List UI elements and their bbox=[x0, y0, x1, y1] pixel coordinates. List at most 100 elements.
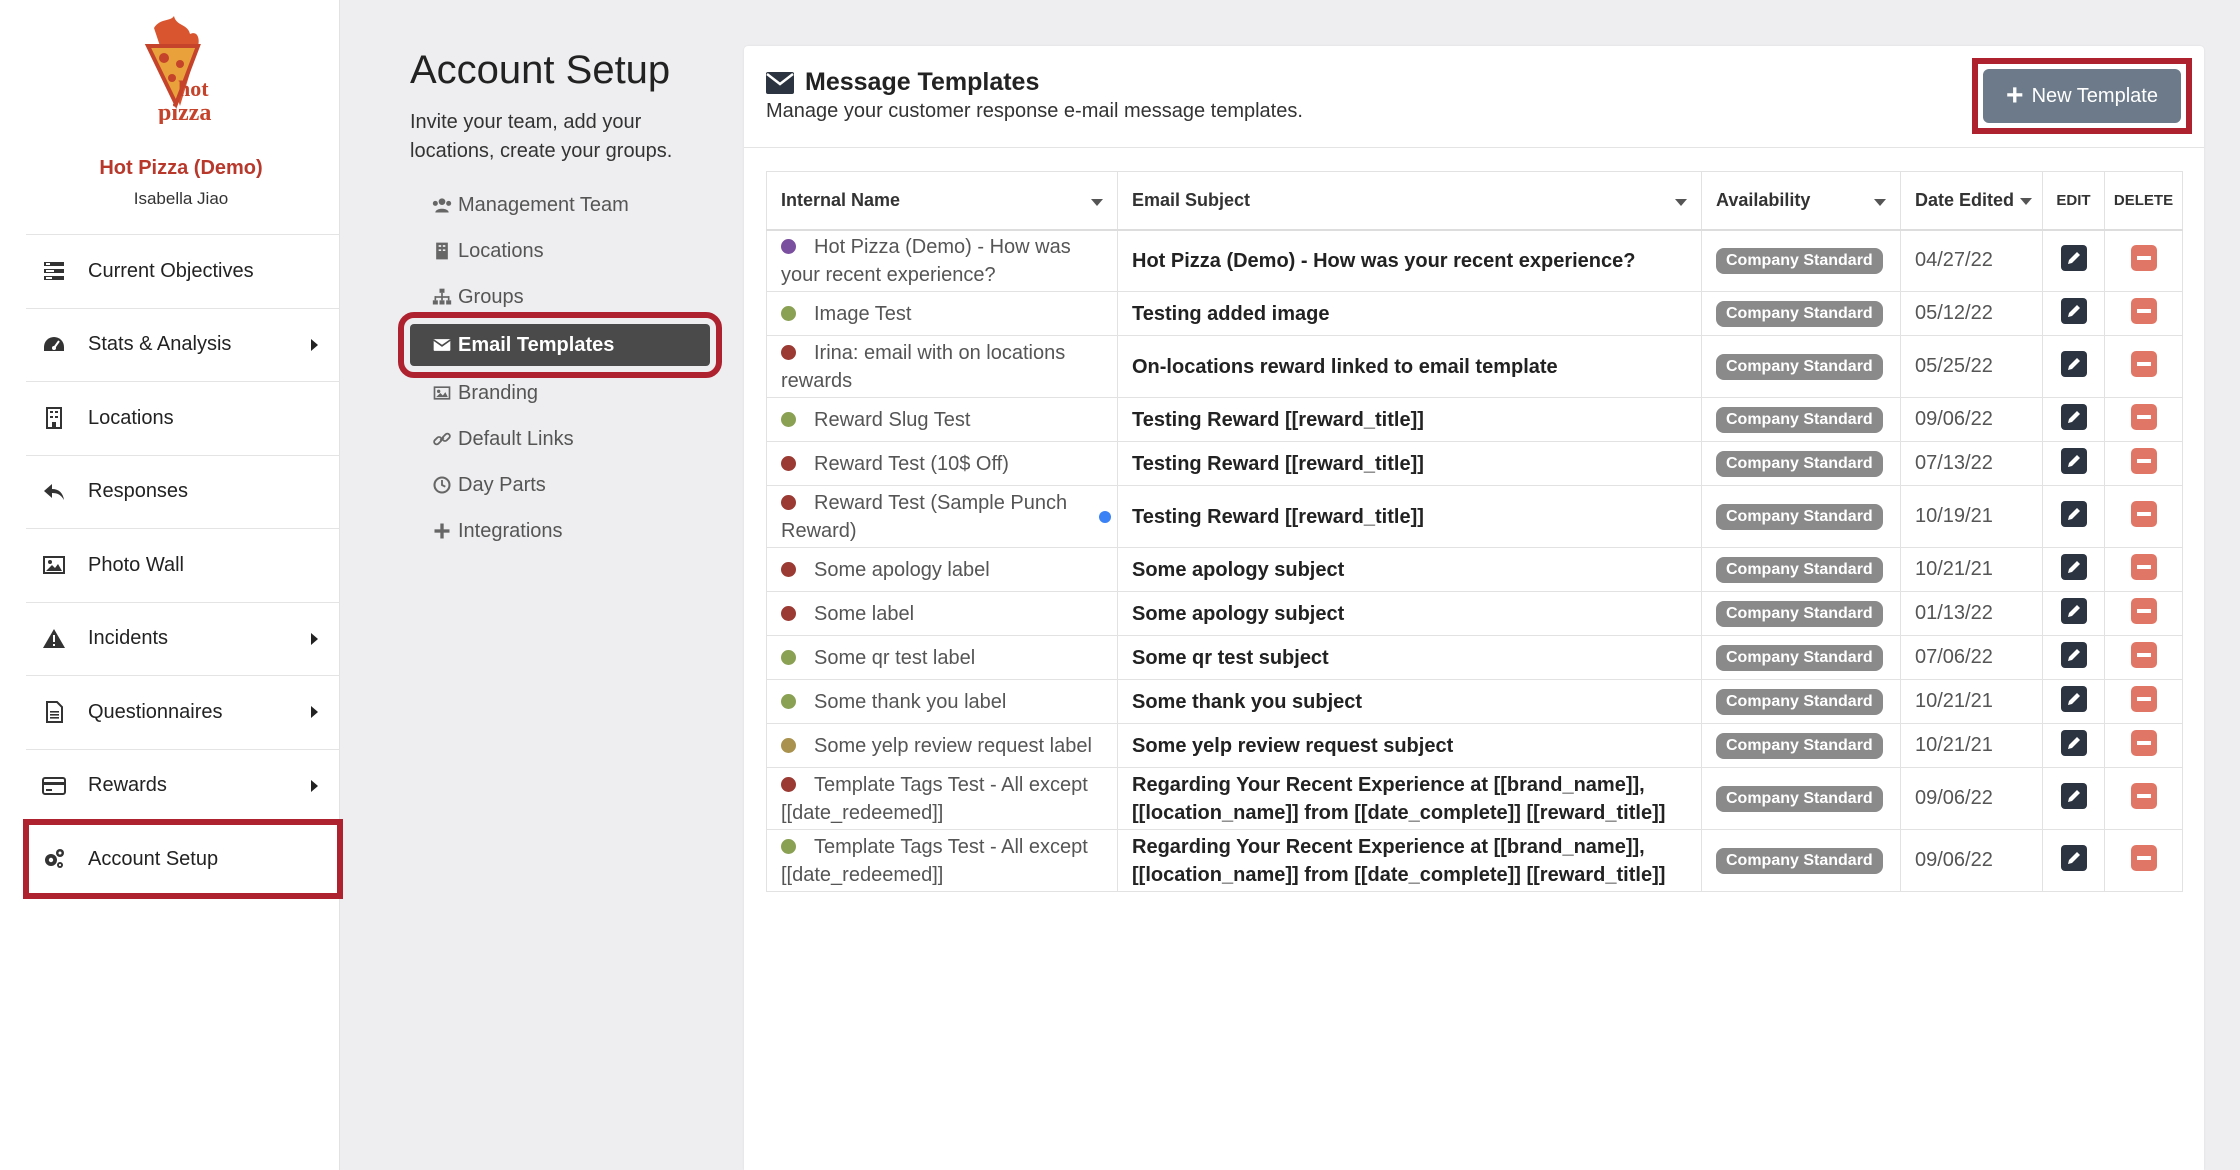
edit-icon[interactable] bbox=[2060, 597, 2087, 624]
template-name-cell[interactable]: Reward Slug Test bbox=[766, 397, 1118, 442]
edit-icon[interactable] bbox=[2060, 244, 2087, 271]
template-name-cell[interactable]: Image Test bbox=[766, 291, 1118, 336]
sidebar-item-incidents[interactable]: Incidents bbox=[26, 601, 340, 676]
column-header-delete: DELETE bbox=[2104, 171, 2183, 231]
sidebar-item-label: Rewards bbox=[88, 774, 167, 797]
page-description: Invite your team, add your locations, cr… bbox=[410, 111, 673, 162]
availability-badge: Company Standard bbox=[1716, 600, 1883, 627]
edit-icon[interactable] bbox=[2060, 500, 2087, 527]
subnav-item-management-team[interactable]: Management Team bbox=[410, 182, 710, 228]
table-row[interactable]: Template Tags Test - All except [[date_r… bbox=[766, 767, 2183, 830]
sidebar-item-label: Current Objectives bbox=[88, 259, 254, 282]
delete-icon[interactable] bbox=[2130, 729, 2157, 756]
availability-badge: Company Standard bbox=[1716, 732, 1883, 759]
template-name-cell[interactable]: Some apology label bbox=[766, 547, 1118, 592]
template-name-cell[interactable]: Hot Pizza (Demo) - How was your recent e… bbox=[766, 229, 1118, 292]
table-body: Hot Pizza (Demo) - How was your recent e… bbox=[766, 229, 2183, 892]
table-row[interactable]: Reward Test (10$ Off) Testing Reward [[re… bbox=[766, 441, 2183, 486]
edit-icon[interactable] bbox=[2060, 729, 2087, 756]
sidebar-nav: Current Objectives Stats & Analysis Loca… bbox=[23, 234, 343, 899]
brand-logo[interactable]: hot pizza bbox=[140, 16, 220, 126]
reply-icon bbox=[42, 480, 78, 504]
email-subject-cell: Testing Reward [[reward_title]] bbox=[1117, 441, 1702, 486]
email-subject-cell: Testing Reward [[reward_title]] bbox=[1117, 485, 1702, 548]
sidebar-item-current-objectives[interactable]: Current Objectives bbox=[26, 234, 340, 308]
sidebar-item-account-setup[interactable]: Account Setup bbox=[23, 819, 343, 899]
delete-icon[interactable] bbox=[2130, 553, 2157, 580]
subnav-item-label: Email Templates bbox=[458, 333, 615, 356]
subnav-item-locations[interactable]: Locations bbox=[410, 228, 710, 274]
template-name-cell[interactable]: Template Tags Test - All except [[date_r… bbox=[766, 767, 1118, 830]
table-row[interactable]: Hot Pizza (Demo) - How was your recent e… bbox=[766, 229, 2183, 292]
subnav-item-groups[interactable]: Groups bbox=[410, 274, 710, 320]
objectives-icon bbox=[42, 259, 78, 283]
sitemap-icon bbox=[432, 288, 452, 305]
delete-icon[interactable] bbox=[2130, 641, 2157, 668]
table-row[interactable]: Some qr test label Some qr test subject Co… bbox=[766, 635, 2183, 680]
edit-icon[interactable] bbox=[2060, 403, 2087, 430]
date-edited-cell: 09/06/22 bbox=[1900, 397, 2043, 442]
edit-icon[interactable] bbox=[2060, 297, 2087, 324]
template-name-cell[interactable]: Template Tags Test - All except [[date_r… bbox=[766, 829, 1118, 892]
edit-cell bbox=[2042, 635, 2105, 680]
column-header-edit: EDIT bbox=[2042, 171, 2105, 231]
sidebar-item-photo-wall[interactable]: Photo Wall bbox=[26, 528, 340, 602]
status-dot bbox=[781, 838, 796, 854]
edit-icon[interactable] bbox=[2060, 685, 2087, 712]
template-name-cell[interactable]: Reward Test (10$ Off) bbox=[766, 441, 1118, 486]
subnav-item-email-templates[interactable]: Email Templates bbox=[398, 312, 722, 378]
availability-cell: Company Standard bbox=[1701, 229, 1901, 292]
sort-down-icon bbox=[1675, 199, 1687, 206]
edit-icon[interactable] bbox=[2060, 447, 2087, 474]
delete-icon[interactable] bbox=[2130, 500, 2157, 527]
edit-icon[interactable] bbox=[2060, 641, 2087, 668]
availability-badge: Company Standard bbox=[1716, 450, 1883, 477]
sidebar-item-locations[interactable]: Locations bbox=[26, 381, 340, 455]
column-header-internal-name[interactable]: Internal Name bbox=[766, 171, 1118, 231]
template-name-cell[interactable]: Some thank you label bbox=[766, 679, 1118, 724]
subnav-item-integrations[interactable]: Integrations bbox=[410, 508, 710, 554]
delete-icon[interactable] bbox=[2130, 782, 2157, 809]
template-name: Reward Test (Sample Punch Reward) bbox=[781, 491, 1068, 542]
status-dot bbox=[781, 238, 796, 254]
delete-icon[interactable] bbox=[2130, 297, 2157, 324]
column-header-label: Availability bbox=[1716, 189, 1811, 210]
column-header-availability[interactable]: Availability bbox=[1701, 171, 1901, 231]
edit-icon[interactable] bbox=[2060, 844, 2087, 871]
template-name-cell[interactable]: Some qr test label bbox=[766, 635, 1118, 680]
new-template-button[interactable]: + New Template bbox=[1983, 69, 2181, 123]
sidebar-item-rewards[interactable]: Rewards bbox=[26, 748, 340, 823]
table-row[interactable]: Some yelp review request label Some yelp … bbox=[766, 723, 2183, 768]
delete-icon[interactable] bbox=[2130, 447, 2157, 474]
table-row[interactable]: Image Test Testing added image Company Sta… bbox=[766, 291, 2183, 336]
column-header-date-edited[interactable]: Date Edited bbox=[1900, 171, 2043, 231]
edit-icon[interactable] bbox=[2060, 350, 2087, 377]
envelope-icon bbox=[433, 339, 451, 351]
table-row[interactable]: Template Tags Test - All except [[date_r… bbox=[766, 829, 2183, 892]
subnav-item-branding[interactable]: Branding bbox=[410, 370, 710, 416]
delete-icon[interactable] bbox=[2130, 844, 2157, 871]
delete-icon[interactable] bbox=[2130, 244, 2157, 271]
sidebar-item-stats-analysis[interactable]: Stats & Analysis bbox=[26, 307, 340, 382]
column-header-email-subject[interactable]: Email Subject bbox=[1117, 171, 1702, 231]
sidebar-item-questionnaires[interactable]: Questionnaires bbox=[26, 675, 340, 749]
subnav-item-day-parts[interactable]: Day Parts bbox=[410, 462, 710, 508]
template-name-cell[interactable]: Some label bbox=[766, 591, 1118, 636]
template-name-cell[interactable]: Some yelp review request label bbox=[766, 723, 1118, 768]
table-row[interactable]: Reward Test (Sample Punch Reward) Testing… bbox=[766, 485, 2183, 548]
table-row[interactable]: Irina: email with on locations rewards On… bbox=[766, 335, 2183, 398]
delete-icon[interactable] bbox=[2130, 403, 2157, 430]
sidebar-item-responses[interactable]: Responses bbox=[26, 454, 340, 529]
delete-icon[interactable] bbox=[2130, 597, 2157, 624]
subnav-item-default-links[interactable]: Default Links bbox=[410, 416, 710, 462]
delete-icon[interactable] bbox=[2130, 350, 2157, 377]
edit-icon[interactable] bbox=[2060, 553, 2087, 580]
template-name-cell[interactable]: Irina: email with on locations rewards bbox=[766, 335, 1118, 398]
table-row[interactable]: Some apology label Some apology subject Co… bbox=[766, 547, 2183, 592]
table-row[interactable]: Some label Some apology subject Company St… bbox=[766, 591, 2183, 636]
table-row[interactable]: Reward Slug Test Testing Reward [[reward_… bbox=[766, 397, 2183, 442]
template-name-cell[interactable]: Reward Test (Sample Punch Reward) bbox=[766, 485, 1118, 548]
edit-icon[interactable] bbox=[2060, 782, 2087, 809]
delete-icon[interactable] bbox=[2130, 685, 2157, 712]
table-row[interactable]: Some thank you label Some thank you subje… bbox=[766, 679, 2183, 724]
